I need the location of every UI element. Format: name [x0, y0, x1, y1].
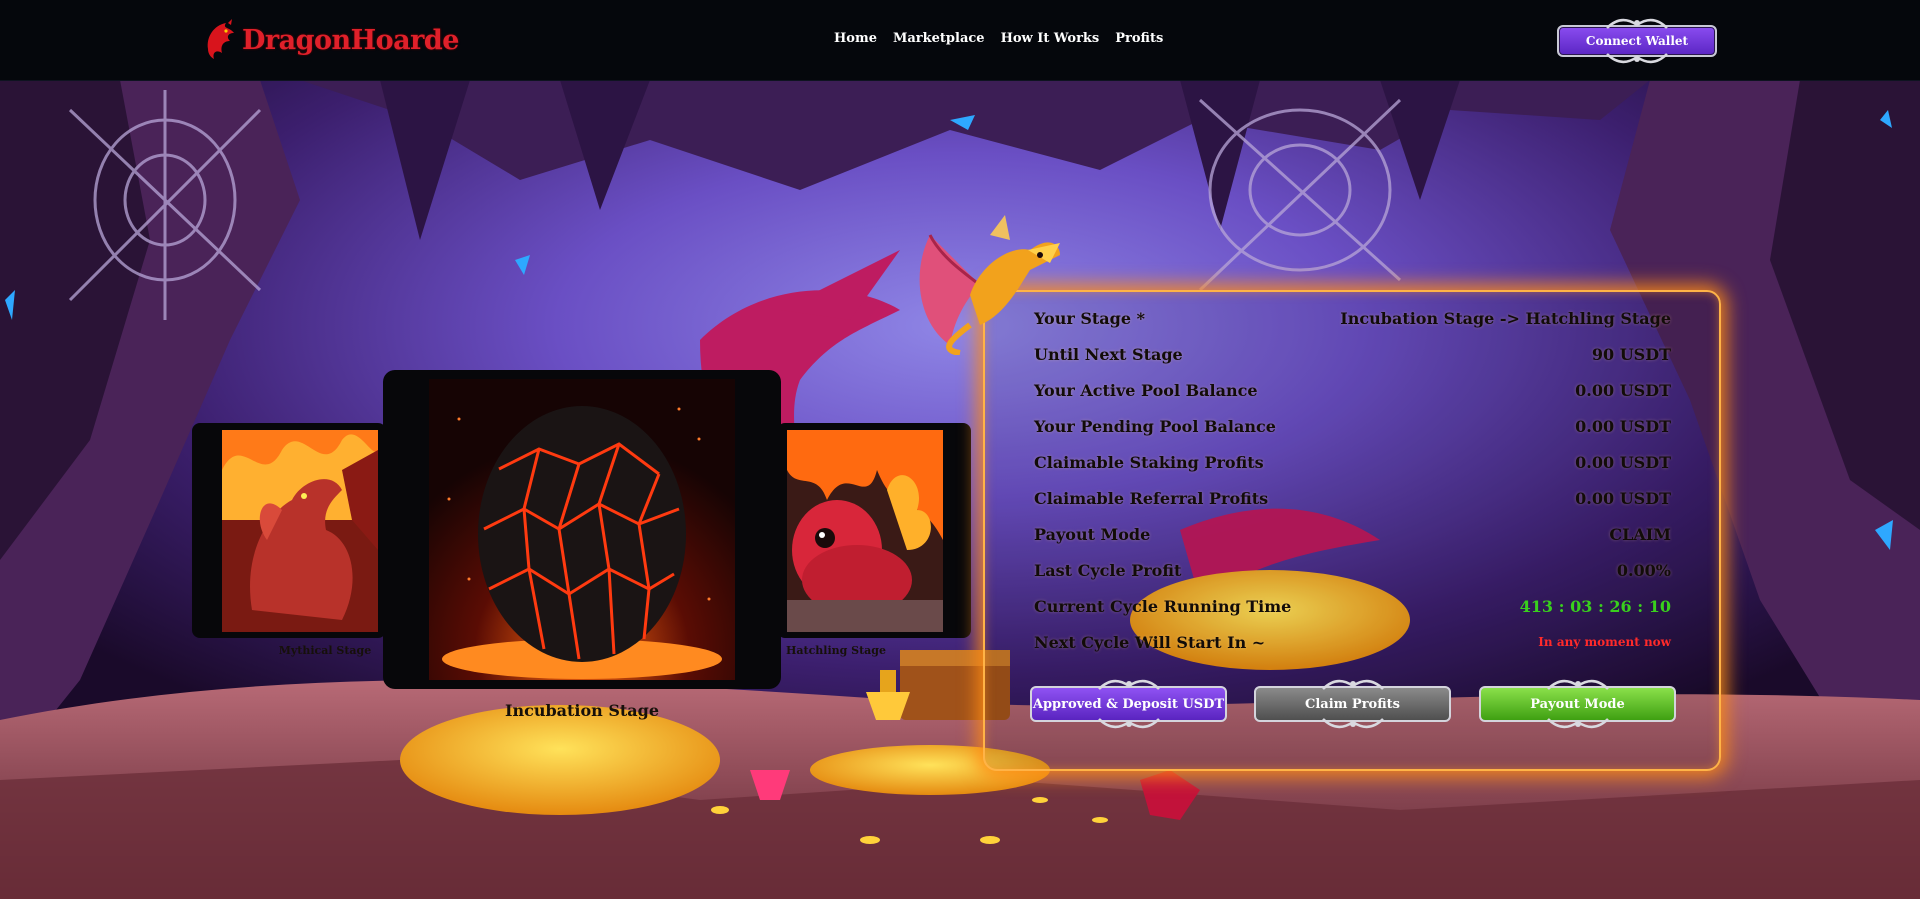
stat-label: Your Active Pool Balance [1034, 380, 1258, 400]
flying-dragon-icon [919, 215, 1060, 355]
hatchling-stage-label: Hatchling Stage [785, 644, 886, 657]
dragon-egg-image [429, 379, 735, 680]
connect-wallet-button[interactable]: Connect Wallet [1557, 18, 1717, 64]
ornament-icon [1097, 679, 1160, 690]
stat-label: Claimable Staking Profits [1034, 452, 1264, 472]
stat-value: 0.00 USDT [1575, 452, 1671, 472]
stat-value: 0.00% [1616, 560, 1671, 580]
logo[interactable]: DragonHoarde [204, 18, 459, 62]
carousel-card-mythical[interactable] [192, 423, 386, 638]
stat-value: Incubation Stage -> Hatchling Stage [1340, 308, 1671, 328]
stat-row-staking-profits: Claimable Staking Profits 0.00 USDT [1034, 447, 1671, 477]
approve-deposit-label: Approved & Deposit USDT [1032, 696, 1225, 712]
payout-mode-button[interactable]: Payout Mode [1479, 679, 1676, 729]
logo-text: DragonHoarde [242, 24, 459, 56]
hatchling-dragon-image [787, 430, 943, 632]
stat-label: Claimable Referral Profits [1034, 488, 1269, 508]
staking-info-panel: Your Stage * Incubation Stage -> Hatchli… [983, 290, 1721, 771]
carousel-card-hatchling[interactable] [777, 423, 971, 638]
ornament-icon [1321, 718, 1384, 729]
top-navbar: DragonHoarde Home Marketplace How It Wor… [0, 0, 1920, 81]
stat-row-active-pool: Your Active Pool Balance 0.00 USDT [1034, 375, 1671, 405]
stat-label: Last Cycle Profit [1034, 560, 1182, 580]
claim-profits-label: Claim Profits [1305, 696, 1400, 712]
incubation-stage-label: Incubation Stage [504, 701, 660, 720]
stat-label: Your Pending Pool Balance [1034, 416, 1276, 436]
stat-row-cycle-running-time: Current Cycle Running Time 413 : 03 : 26… [1034, 591, 1671, 621]
mythical-stage-label: Mythical Stage [278, 644, 372, 657]
claim-profits-button[interactable]: Claim Profits [1254, 679, 1451, 729]
nav-profits-link[interactable]: Profits [1115, 31, 1163, 46]
ornament-icon [1606, 53, 1668, 64]
nav-how-it-works-link[interactable]: How It Works [1001, 31, 1100, 46]
ornament-icon [1546, 679, 1609, 690]
stat-row-pending-pool: Your Pending Pool Balance 0.00 USDT [1034, 411, 1671, 441]
ornament-icon [1606, 18, 1668, 29]
stat-label: Payout Mode [1034, 524, 1151, 544]
stat-value: 90 USDT [1591, 344, 1671, 364]
nav-marketplace-link[interactable]: Marketplace [893, 31, 985, 46]
nav-home-link[interactable]: Home [834, 31, 877, 46]
mythical-dragon-image [222, 430, 378, 632]
stat-value: CLAIM [1609, 524, 1671, 544]
stat-label: Next Cycle Will Start In ~ [1034, 632, 1266, 652]
stat-row-until-next-stage: Until Next Stage 90 USDT [1034, 339, 1671, 369]
ornament-icon [1546, 718, 1609, 729]
payout-mode-label: Payout Mode [1530, 696, 1625, 712]
dragon-logo-icon [207, 19, 234, 59]
stat-row-last-cycle-profit: Last Cycle Profit 0.00% [1034, 555, 1671, 585]
ornament-icon [1321, 679, 1384, 690]
connect-wallet-label: Connect Wallet [1585, 34, 1689, 48]
stat-row-next-cycle: Next Cycle Will Start In ~ In any moment… [1034, 627, 1671, 657]
carousel-card-incubation[interactable] [383, 370, 781, 689]
stat-value: 0.00 USDT [1575, 416, 1671, 436]
cycle-timer: 413 : 03 : 26 : 10 [1519, 596, 1671, 616]
nav-links: Home Marketplace How It Works Profits [834, 31, 1163, 46]
next-cycle-status: In any moment now [1538, 635, 1671, 649]
stat-row-referral-profits: Claimable Referral Profits 0.00 USDT [1034, 483, 1671, 513]
stat-value: 0.00 USDT [1575, 488, 1671, 508]
stat-row-payout-mode: Payout Mode CLAIM [1034, 519, 1671, 549]
approve-deposit-button[interactable]: Approved & Deposit USDT [1030, 679, 1227, 729]
stat-label: Current Cycle Running Time [1034, 596, 1292, 616]
ornament-icon [1097, 718, 1160, 729]
stat-value: 0.00 USDT [1575, 380, 1671, 400]
stat-row-stage: Your Stage * Incubation Stage -> Hatchli… [1034, 303, 1671, 333]
